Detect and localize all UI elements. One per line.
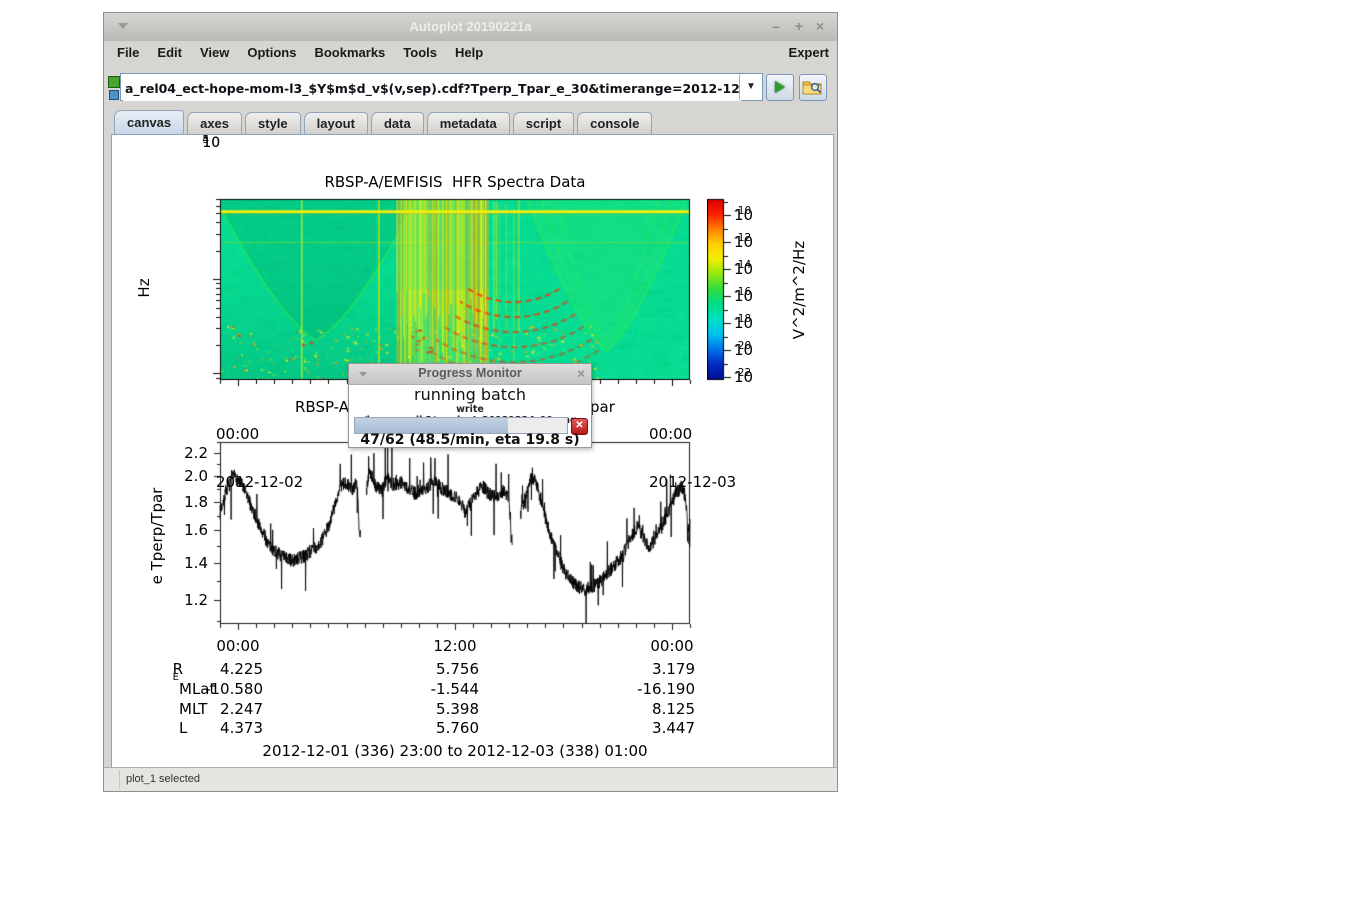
address-row: ▼	[104, 63, 837, 109]
minimize-button[interactable]: –	[767, 17, 785, 35]
menu-edit[interactable]: Edit	[148, 43, 191, 62]
lineplot-y-tick: 2.0	[150, 467, 208, 485]
annotation-value: 5.398	[349, 700, 479, 718]
annotation-value: 4.225	[133, 660, 263, 678]
timerange-footer: 2012-12-01 (336) 23:00 to 2012-12-03 (33…	[220, 742, 690, 760]
menu-bar: File Edit View Options Bookmarks Tools H…	[104, 41, 837, 64]
spectrogram-y-tick-1e4: 104	[152, 135, 209, 154]
tab-axes[interactable]: axes	[187, 112, 242, 134]
tab-metadata[interactable]: metadata	[427, 112, 510, 134]
tab-bar: canvas axes style layout data metadata s…	[104, 109, 837, 134]
progress-dialog-title: Progress Monitor	[349, 366, 591, 380]
folder-magnifier-icon	[802, 78, 824, 97]
uri-dropdown-arrow-icon[interactable]: ▼	[739, 74, 762, 100]
progress-monitor-dialog: Progress Monitor × running batch write /…	[348, 363, 592, 448]
annotation-value: 8.125	[565, 700, 695, 718]
uri-input[interactable]	[123, 75, 741, 101]
progress-status-label: 47/62 (48.5/min, eta 19.8 s)	[349, 432, 591, 448]
close-button[interactable]: ×	[811, 17, 829, 35]
progress-dialog-titlebar[interactable]: Progress Monitor ×	[349, 364, 591, 385]
annotation-value: 3.179	[565, 660, 695, 678]
tab-data[interactable]: data	[371, 112, 424, 134]
tab-console[interactable]: console	[577, 112, 652, 134]
lineplot[interactable]	[210, 434, 702, 632]
annotation-value: 5.756	[349, 660, 479, 678]
status-bar: plot_1 selected	[104, 767, 837, 791]
spectrogram-plot[interactable]	[210, 191, 702, 388]
lineplot-y-tick: 1.2	[150, 591, 208, 609]
colorbar[interactable]	[707, 191, 737, 388]
annotation-value: -1.544	[349, 680, 479, 698]
datasource-green-square-icon	[108, 76, 120, 88]
maximize-button[interactable]: +	[790, 17, 808, 35]
tab-layout[interactable]: layout	[304, 112, 368, 134]
colorbar-tick: 10-22	[734, 368, 804, 387]
menu-bookmarks[interactable]: Bookmarks	[305, 43, 394, 62]
plot-canvas-area[interactable]: RBSP-A/EMFISIS HFR Spectra Data Hz 105 1…	[111, 134, 834, 768]
lineplot-x-tick: 12:00	[415, 637, 495, 655]
lineplot-title-fragment-left: RBSP-A	[295, 398, 349, 416]
lineplot-x-tick: 00:00	[198, 637, 278, 655]
lineplot-y-tick: 2.2	[150, 444, 208, 462]
autoplot-window: Autoplot 20190221a – + × File Edit View …	[103, 12, 838, 792]
tab-style[interactable]: style	[245, 112, 301, 134]
lineplot-x-tick: 00:00	[632, 637, 712, 655]
statusbar-message: plot_1 selected	[126, 773, 200, 785]
datasource-type-icons	[107, 75, 120, 101]
annotation-value: -10.580	[133, 680, 263, 698]
uri-combobox: ▼	[120, 73, 763, 101]
menu-view[interactable]: View	[191, 43, 238, 62]
window-title: Autoplot 20190221a	[104, 19, 837, 34]
tab-canvas[interactable]: canvas	[114, 110, 184, 134]
window-titlebar[interactable]: Autoplot 20190221a – + ×	[104, 13, 837, 42]
menu-help[interactable]: Help	[446, 43, 492, 62]
colorbar-axis-label: V^2/m^2/Hz	[790, 210, 808, 370]
go-button[interactable]	[766, 74, 794, 101]
annotation-value: 3.447	[565, 719, 695, 737]
annotation-value: 4.373	[133, 719, 263, 737]
lineplot-title-fragment-right: par	[590, 398, 615, 416]
annotation-value: 5.760	[349, 719, 479, 737]
tab-script[interactable]: script	[513, 112, 574, 134]
menu-tools[interactable]: Tools	[394, 43, 446, 62]
expert-mode-label[interactable]: Expert	[789, 45, 837, 60]
lineplot-y-tick: 1.4	[150, 554, 208, 572]
menu-file[interactable]: File	[108, 43, 148, 62]
menu-options[interactable]: Options	[238, 43, 305, 62]
annotation-value: 2.247	[133, 700, 263, 718]
play-icon	[775, 81, 785, 93]
progress-bar-fill	[355, 418, 508, 433]
lineplot-y-tick: 1.8	[150, 493, 208, 511]
datasource-blue-square-icon	[109, 90, 119, 100]
annotation-value: -16.190	[565, 680, 695, 698]
dialog-close-icon[interactable]: ×	[577, 366, 585, 381]
statusbar-divider	[119, 770, 120, 789]
lineplot-y-tick: 1.6	[150, 521, 208, 539]
spectrogram-y-axis-label: Hz	[135, 258, 153, 318]
spectrogram-title: RBSP-A/EMFISIS HFR Spectra Data	[220, 173, 690, 191]
desktop: Autoplot 20190221a – + × File Edit View …	[0, 0, 1345, 916]
inspect-uri-button[interactable]	[799, 74, 827, 101]
progress-task-label: running batch	[349, 385, 591, 404]
